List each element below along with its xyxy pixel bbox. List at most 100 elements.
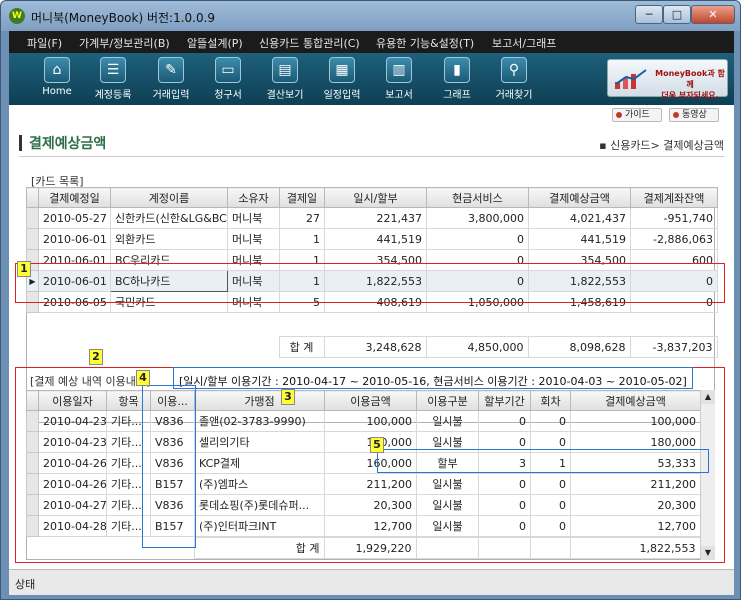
- moneybook-ad-banner[interactable]: MoneyBook과 함께 더욱 부자되세요.: [607, 59, 728, 100]
- vertical-scrollbar[interactable]: ▲ ▼: [700, 390, 715, 560]
- table-cell: 1: [279, 270, 325, 292]
- table-cell: 100,000: [570, 410, 701, 432]
- guide-button[interactable]: 가이드: [612, 108, 662, 122]
- table-row[interactable]: 2010-04-23 기타... V836 셀리의기타 180,000 일시불 …: [26, 431, 701, 453]
- column-header[interactable]: 결제예정일: [38, 187, 111, 208]
- window-title: 머니북(MoneyBook) 버전:1.0.0.9: [31, 11, 216, 25]
- table-cell: 0: [478, 431, 531, 453]
- row-header[interactable]: [26, 228, 39, 250]
- toolbar-transaction-entry-button[interactable]: ✎ 거래입력: [143, 57, 199, 103]
- total-row: 합 계 3,248,628 4,850,000 8,098,628 -3,837…: [26, 336, 718, 358]
- column-header[interactable]: 이용구분: [416, 390, 479, 411]
- menu-tools[interactable]: 유용한 기능&설정(T): [376, 35, 474, 51]
- table-row[interactable]: 2010-05-27 신한카드(신한&LG&BC) 머니북 27 221,437…: [26, 207, 718, 229]
- toolbar-report-button[interactable]: ▥ 보고서: [371, 57, 427, 103]
- empty-cell: [38, 538, 106, 559]
- row-header[interactable]: [26, 473, 39, 495]
- column-header[interactable]: 할부기간: [478, 390, 531, 411]
- menu-file[interactable]: 파일(F): [27, 35, 62, 51]
- row-header[interactable]: [26, 410, 39, 432]
- toolbar-label: 거래찾기: [495, 90, 533, 101]
- table-cell: 0: [478, 494, 531, 516]
- row-header[interactable]: [26, 452, 39, 474]
- table-row[interactable]: 2010-04-26 기타... V836 KCP결제 160,000 할부 3…: [26, 452, 701, 474]
- row-header[interactable]: [26, 207, 39, 229]
- table-cell: 기타...: [106, 494, 151, 516]
- menu-budget[interactable]: 알뜰설계(P): [187, 35, 243, 51]
- minimize-button[interactable]: ─: [635, 5, 663, 24]
- table-cell: 0: [478, 410, 531, 432]
- table-cell: 국민카드: [110, 291, 228, 313]
- row-header[interactable]: [26, 291, 39, 313]
- table-cell: 408,619: [324, 291, 427, 313]
- table-cell: -2,886,063: [630, 228, 718, 250]
- column-header[interactable]: 일시/할부: [324, 187, 427, 208]
- column-header[interactable]: 현금서비스: [426, 187, 529, 208]
- table-row[interactable]: 2010-04-26 기타... B157 (주)엠파스 211,200 일시불…: [26, 473, 701, 495]
- table-cell: 2010-06-05: [38, 291, 111, 313]
- table-cell: 441,519: [324, 228, 427, 250]
- title-bar[interactable]: W 머니북(MoneyBook) 버전:1.0.0.9 ─ □ ✕: [1, 1, 740, 31]
- menu-ledger[interactable]: 가계부/정보관리(B): [79, 35, 170, 51]
- row-header[interactable]: [26, 494, 39, 516]
- app-window: W 머니북(MoneyBook) 버전:1.0.0.9 ─ □ ✕ 파일(F) …: [0, 0, 741, 600]
- table-row[interactable]: 2010-04-27 기타... V836 롯데쇼핑(주)롯데슈퍼... 20,…: [26, 494, 701, 516]
- table-cell: 441,519: [528, 228, 631, 250]
- video-button[interactable]: 동영상: [669, 108, 719, 122]
- guide-label: 가이드: [625, 110, 650, 120]
- empty-cell: [477, 537, 531, 559]
- table-cell: 0: [478, 473, 531, 495]
- table-row[interactable]: 2010-04-28 기타... B157 (주)인터파크INT 12,700 …: [26, 515, 701, 537]
- table-cell: 1: [279, 249, 325, 271]
- column-header[interactable]: 항목: [106, 390, 151, 411]
- table-row[interactable]: 2010-06-01 BC우리카드 머니북 1 354,500 0 354,50…: [26, 249, 718, 271]
- table-row-selected[interactable]: ▶ 2010-06-01 BC하나카드 머니북 1 1,822,553 0 1,…: [26, 270, 718, 292]
- table-row[interactable]: 2010-04-23 기타... V836 졸앤(02-3783-9990) 1…: [26, 410, 701, 432]
- maximize-button[interactable]: □: [663, 5, 691, 24]
- table-cell: 기타...: [106, 473, 151, 495]
- column-header[interactable]: 결제예상금액: [528, 187, 631, 208]
- toolbar-bill-button[interactable]: ▭ 청구서: [200, 57, 256, 103]
- menu-reports[interactable]: 보고서/그래프: [492, 35, 556, 51]
- breadcrumb: ▪ 신용카드> 결제예상금액: [599, 139, 724, 152]
- table-cell: V836: [150, 431, 195, 453]
- toolbar-settlement-button[interactable]: ▤ 결산보기: [257, 57, 313, 103]
- home-icon: ⌂: [44, 57, 70, 83]
- column-header[interactable]: 결제일: [279, 187, 325, 208]
- column-header[interactable]: 결제예상금액: [570, 390, 701, 411]
- table-row[interactable]: 2010-06-01 외환카드 머니북 1 441,519 0 441,519 …: [26, 228, 718, 250]
- table-cell: 0: [530, 431, 571, 453]
- table-cell: 0: [426, 228, 529, 250]
- column-header[interactable]: 이용금액: [324, 390, 417, 411]
- table-cell: 0: [530, 473, 571, 495]
- menu-credit-card[interactable]: 신용카드 통합관리(C): [259, 35, 360, 51]
- toolbar-home-button[interactable]: ⌂ Home: [29, 57, 85, 103]
- row-header[interactable]: [26, 431, 39, 453]
- table-cell: 일시불: [416, 431, 479, 453]
- toolbar-account-register-button[interactable]: ☰ 계정등록: [85, 57, 141, 103]
- table-cell: 2010-04-28: [38, 515, 107, 537]
- column-header[interactable]: 이용...: [150, 390, 195, 411]
- table-cell: 211,200: [324, 473, 417, 495]
- table-cell: 0: [530, 410, 571, 432]
- callout-label-4: 4: [136, 370, 150, 386]
- toolbar-schedule-button[interactable]: ▦ 일정입력: [314, 57, 370, 103]
- column-header[interactable]: 결제계좌잔액: [630, 187, 718, 208]
- column-header[interactable]: 계정이름: [110, 187, 228, 208]
- table-cell: 1,822,553: [528, 270, 631, 292]
- column-header[interactable]: 가맹점: [194, 390, 325, 411]
- column-header[interactable]: 소유자: [227, 187, 280, 208]
- table-cell: 160,000: [324, 452, 417, 474]
- scroll-up-arrow-icon[interactable]: ▲: [701, 390, 715, 404]
- toolbar-graph-button[interactable]: ▮ 그래프: [429, 57, 485, 103]
- table-cell: 0: [530, 494, 571, 516]
- toolbar-search-button[interactable]: ⚲ 거래찾기: [486, 57, 542, 103]
- empty-cell: [110, 337, 227, 358]
- column-header[interactable]: 회차: [530, 390, 571, 411]
- row-header[interactable]: [26, 515, 39, 537]
- column-header[interactable]: 이용일자: [38, 390, 107, 411]
- table-row[interactable]: 2010-06-05 국민카드 머니북 5 408,619 1,050,000 …: [26, 291, 718, 313]
- table-cell-editing[interactable]: BC하나카드: [110, 270, 228, 292]
- scroll-down-arrow-icon[interactable]: ▼: [701, 546, 715, 560]
- close-button[interactable]: ✕: [691, 5, 735, 24]
